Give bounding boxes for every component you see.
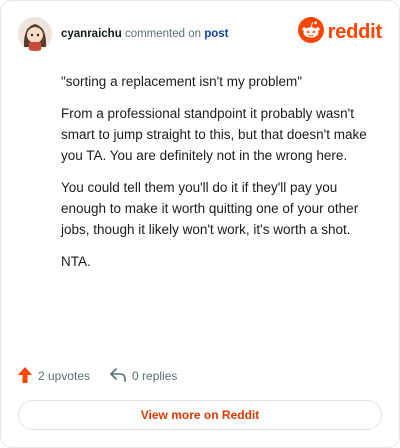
comment-paragraph: "sorting a replacement isn't my problem" (61, 74, 303, 89)
reddit-snoo-icon (297, 16, 324, 48)
comment-paragraph: From a professional standpoint it probab… (61, 106, 367, 163)
brand-wordmark: reddit (327, 20, 383, 43)
view-more-button[interactable]: View more on Reddit (18, 400, 382, 430)
reply-count[interactable]: 0 replies (110, 367, 178, 385)
reply-arrow-icon (110, 367, 126, 385)
action-text: commented on (124, 28, 202, 40)
comment-body: "sorting a replacement isn't my problem"… (61, 71, 381, 283)
comment-footer: 2 upvotes 0 replies (18, 366, 177, 386)
comment-paragraph: NTA. (61, 254, 91, 269)
upvote-arrow-icon (18, 366, 32, 386)
comment-meta: cyanraichu commented on post (61, 27, 229, 41)
post-link[interactable]: post (204, 28, 228, 40)
upvote-label: 2 upvotes (38, 369, 91, 383)
reddit-logo[interactable]: reddit (297, 16, 383, 48)
avatar[interactable] (18, 17, 52, 51)
reply-label: 0 replies (132, 369, 178, 383)
username-link[interactable]: cyanraichu (61, 28, 122, 40)
comment-embed-card: cyanraichu commented on post reddit "sor… (0, 0, 400, 448)
comment-paragraph: You could tell them you'll do it if they… (61, 180, 359, 237)
comment-header: cyanraichu commented on post reddit (18, 16, 383, 51)
upvote-count[interactable]: 2 upvotes (18, 366, 91, 386)
